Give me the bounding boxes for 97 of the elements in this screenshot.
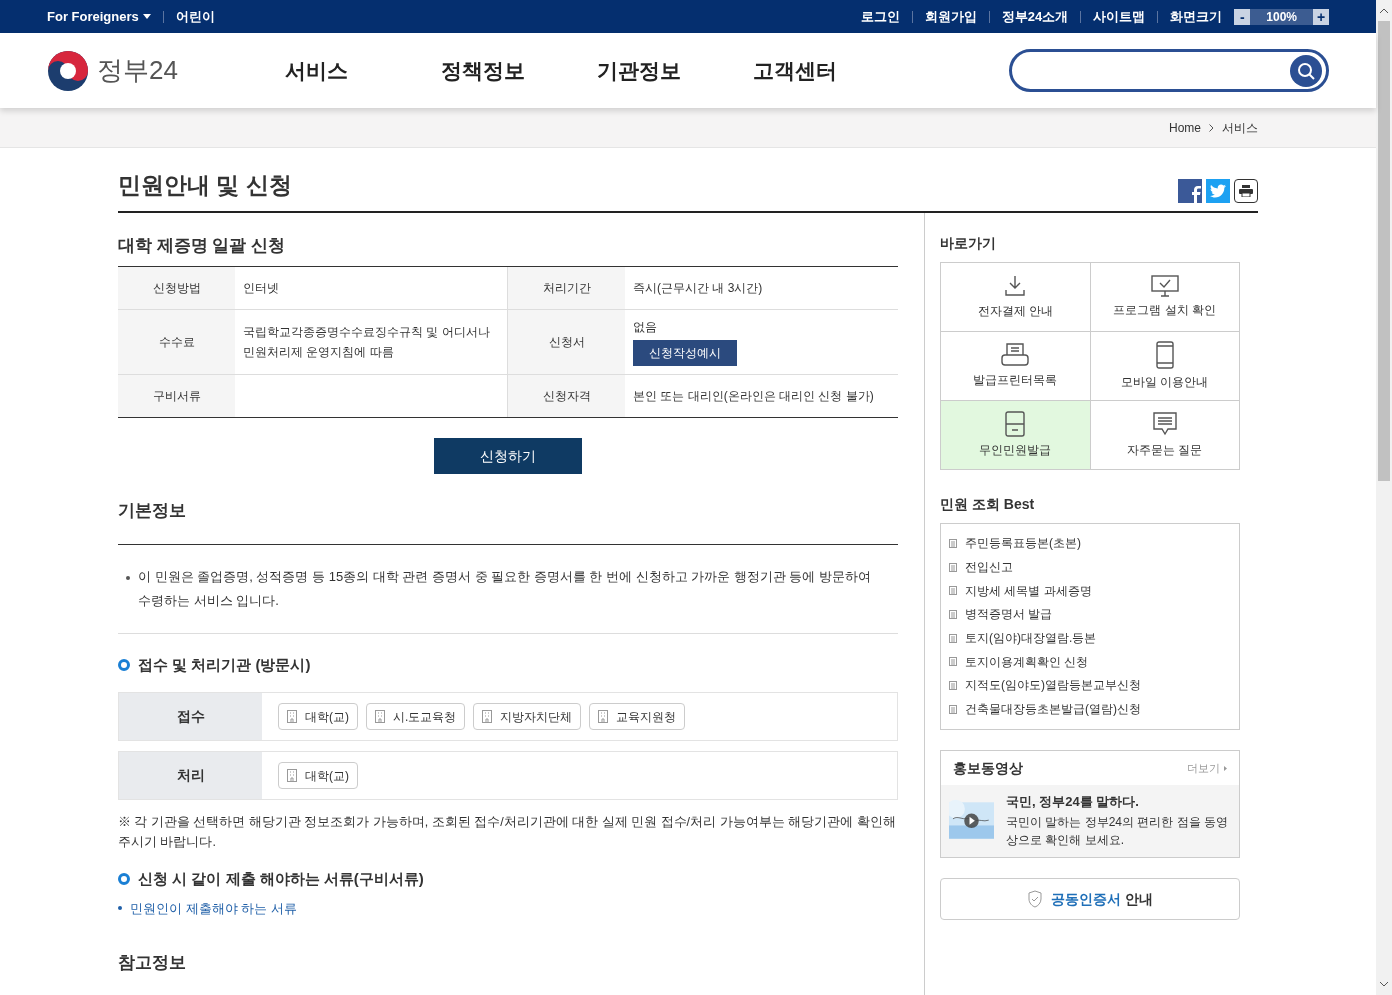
main-nav-item[interactable]: 고객센터 (753, 54, 909, 87)
breadcrumb-link[interactable]: 서비스 (1222, 118, 1258, 137)
table-header-cell: 구비서류 (118, 375, 235, 417)
document-icon (949, 680, 957, 690)
caret-icon (1224, 765, 1227, 771)
zoom-value: 100% (1250, 8, 1313, 25)
quick-link[interactable]: 발급프린터목록 (941, 331, 1091, 401)
search-field[interactable] (1009, 49, 1329, 92)
agency-button[interactable]: 대학(교) (278, 703, 358, 730)
building-icon (375, 710, 385, 723)
certificate-guide-button[interactable]: 공동인증서 안내 (940, 878, 1240, 920)
print-icon[interactable] (1234, 178, 1258, 203)
sidebar-title: 민원 조회 Best (940, 494, 1036, 514)
section-title: 참고정보 (118, 950, 898, 995)
utility-link[interactable]: 정부24소개 (1001, 6, 1069, 27)
description-text: 이 민원은 졸업증명, 성적증명 등 15종의 대학 관련 증명서 중 필요한 증명서를 한 번에 신청하고 가까운 행정기관 등에 방문하여 수령하는 서비스 입니다. (138, 567, 873, 610)
best-list-item[interactable]: 지방세 세목별 과세증명 (949, 578, 1231, 603)
zoom-in-button[interactable]: + (1313, 8, 1329, 25)
breadcrumb-link[interactable]: Home (1169, 118, 1201, 137)
agency-row-label: 처리 (119, 752, 262, 799)
agency-button[interactable]: 교육지원청 (589, 703, 686, 730)
quick-link[interactable]: 자주묻는 질문 (1090, 400, 1240, 470)
document-icon (949, 586, 957, 596)
zoom-label: 화면크기 (1170, 7, 1223, 26)
table-cell-text: 본인 또는 대리인(온라인은 대리인 신청 불가) (633, 388, 875, 405)
document-icon (949, 704, 957, 714)
quick-link[interactable]: 전자결제 안내 (941, 262, 1091, 332)
best-list-item[interactable]: 토지이용계획확인 신청 (949, 649, 1231, 674)
download-icon (1003, 273, 1028, 298)
video-headline: 국민, 정부24를 말하다. (1006, 793, 1140, 811)
search-icon (1297, 61, 1315, 80)
main-nav-item[interactable]: 정책정보 (441, 54, 597, 87)
printer-icon (1001, 342, 1030, 367)
chat-icon (1151, 410, 1178, 437)
agency-button[interactable]: 시.도교육청 (366, 703, 466, 730)
best-list-item[interactable]: 토지(임야)대장열람.등본 (949, 626, 1231, 650)
quick-link[interactable]: 모바일 이용안내 (1090, 331, 1240, 401)
phone-icon (1155, 340, 1174, 369)
section-title: 기본정보 (118, 498, 898, 545)
best-list-item[interactable]: 지적도(임야도)열람등본교부신청 (949, 673, 1231, 698)
page-title: 민원안내 및 신청 (118, 171, 292, 200)
example-button[interactable]: 신청작성예시 (633, 340, 737, 366)
chevron-icon (1209, 123, 1214, 132)
agency-button[interactable]: 대학(교) (278, 762, 358, 789)
table-header-cell: 신청자격 (508, 375, 625, 417)
kiosk-icon (1005, 410, 1026, 437)
scroll-up-icon[interactable] (1380, 8, 1388, 13)
zoom-out-button[interactable]: - (1234, 8, 1251, 25)
main-nav-item[interactable]: 서비스 (285, 54, 441, 87)
search-button[interactable] (1290, 54, 1322, 87)
video-description: 국민이 말하는 정부24의 편리한 점을 동영상으로 확인해 보세요. (1006, 814, 1230, 849)
agency-button[interactable]: 지방자치단체 (473, 703, 582, 730)
shield-icon (1027, 890, 1044, 908)
main-nav-item[interactable]: 기관정보 (597, 54, 753, 87)
monitor-icon (1150, 274, 1179, 297)
building-icon (598, 710, 609, 723)
table-header-cell: 수수료 (118, 310, 235, 374)
document-icon (949, 633, 957, 643)
best-list-item[interactable]: 주민등록표등본(초본) (949, 531, 1231, 556)
subsection-title: 신청 시 같이 제출 해야하는 서류(구비서류) (118, 868, 898, 891)
document-icon (949, 562, 957, 572)
document-icon (949, 609, 957, 619)
table-header-cell: 신청방법 (118, 267, 235, 309)
building-icon (287, 710, 297, 723)
utility-link[interactable]: 어린이 (175, 6, 215, 27)
document-icon (949, 538, 957, 548)
utility-link[interactable]: 로그인 (860, 6, 900, 27)
table-cell-text: 즉시(근무시간 내 3시간) (633, 280, 764, 297)
taegeuk-logo-icon (47, 49, 89, 92)
documents-link[interactable]: 민원인이 제출해야 하는 서류 (130, 898, 297, 918)
best-list-item[interactable]: 전입신고 (949, 555, 1231, 579)
table-header-cell: 신청서 (508, 310, 625, 374)
best-list-item[interactable]: 병적증명서 발급 (949, 602, 1231, 627)
bullet-ring-icon (118, 658, 130, 671)
quick-link[interactable]: 프로그램 설치 확인 (1090, 262, 1240, 332)
subsection-title: 접수 및 처리기관 (방문시) (118, 653, 898, 676)
utility-link[interactable]: 회원가입 (924, 6, 977, 27)
utility-link[interactable]: 사이트맵 (1093, 6, 1146, 27)
utility-link[interactable]: For Foreigners (47, 6, 151, 27)
sidebar-title: 바로가기 (940, 233, 997, 253)
agency-row-label: 접수 (119, 693, 262, 740)
video-panel-title: 홍보동영상 (953, 758, 1023, 778)
scroll-down-icon[interactable] (1380, 982, 1388, 987)
bullet-ring-icon (118, 873, 130, 886)
table-cell-text: 없음 (633, 319, 658, 336)
document-icon (949, 657, 957, 667)
site-logo[interactable]: 정부24 (47, 49, 285, 92)
notice-text: ※ 각 기관을 선택하면 해당기관 정보조회가 가능하며, 조회된 접수/처리기관에 대한 실제 민원 접수/처리 가능여부는 해당기관에 확인해 주시기 바랍니다. (118, 814, 897, 851)
best-list-item[interactable]: 건축물대장등초본발급(열람)신청 (949, 697, 1231, 721)
building-icon (482, 710, 493, 723)
scrollbar[interactable] (1376, 0, 1392, 995)
section-title: 대학 제증명 일괄 신청 (118, 234, 287, 257)
apply-button[interactable]: 신청하기 (434, 438, 582, 474)
building-icon (287, 769, 297, 782)
facebook-share-icon[interactable] (1178, 178, 1202, 203)
table-header-cell: 처리기간 (508, 267, 625, 309)
quick-link[interactable]: 무인민원발급 (941, 400, 1091, 470)
